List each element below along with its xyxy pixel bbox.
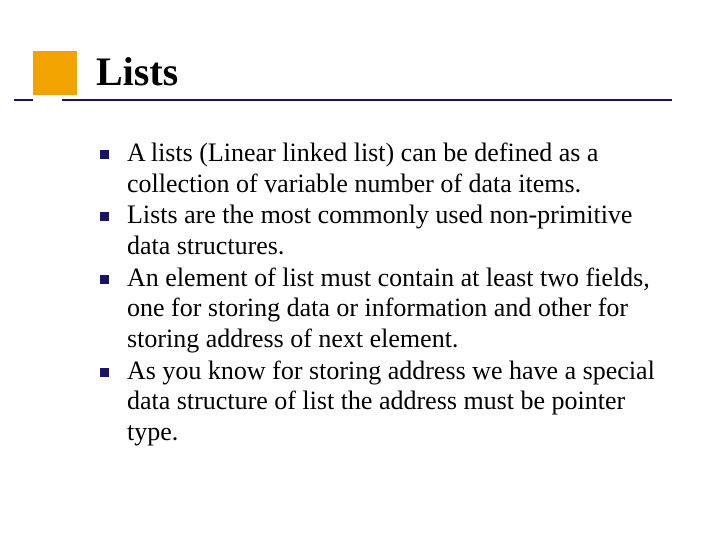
title-accent-square — [33, 51, 77, 95]
list-item-text: An element of list must contain at least… — [127, 263, 680, 355]
square-bullet-icon — [100, 275, 109, 284]
slide-title: Lists — [96, 48, 178, 95]
body-content: A lists (Linear linked list) can be defi… — [100, 138, 680, 449]
square-bullet-icon — [100, 212, 109, 221]
list-item-text: A lists (Linear linked list) can be defi… — [127, 138, 680, 199]
slide: Lists A lists (Linear linked list) can b… — [0, 0, 720, 540]
list-item: Lists are the most commonly used non-pri… — [100, 200, 680, 261]
title-underline-stub — [14, 99, 33, 101]
list-item-text: Lists are the most commonly used non-pri… — [127, 200, 680, 261]
list-item: As you know for storing address we have … — [100, 356, 680, 448]
list-item: An element of list must contain at least… — [100, 263, 680, 355]
title-underline — [62, 99, 672, 101]
square-bullet-icon — [100, 368, 109, 377]
list-item-text: As you know for storing address we have … — [127, 356, 680, 448]
list-item: A lists (Linear linked list) can be defi… — [100, 138, 680, 199]
square-bullet-icon — [100, 150, 109, 159]
